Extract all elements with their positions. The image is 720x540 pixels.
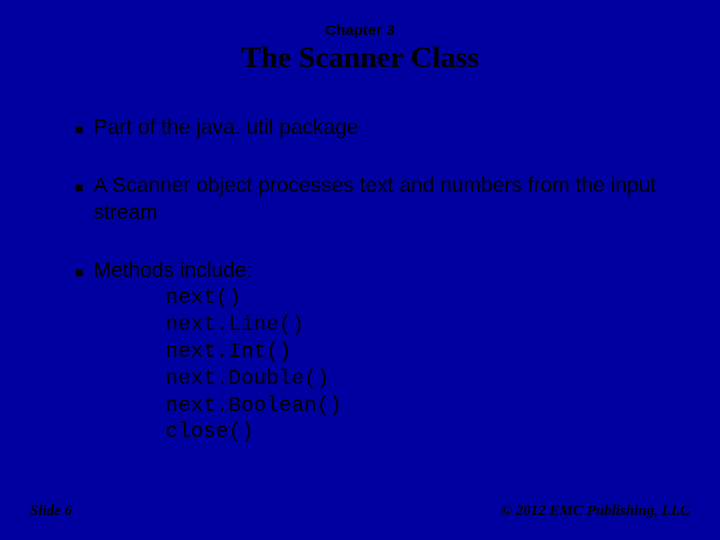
method-item: next.Line() — [165, 313, 660, 340]
copyright-text: © 2012 EMC Publishing, LLC — [501, 503, 690, 520]
method-item: next.Int() — [165, 340, 660, 367]
square-bullet-icon: ■ — [75, 264, 83, 282]
bullet-text: A Scanner object processes text and numb… — [93, 173, 660, 226]
slide-number: Slide 6 — [30, 503, 72, 520]
bullet-item: ■ A Scanner object processes text and nu… — [75, 173, 660, 226]
method-item: next.Double() — [165, 367, 660, 394]
method-item: next.Boolean() — [165, 394, 660, 421]
square-bullet-icon: ■ — [75, 121, 83, 139]
slide-title: The Scanner Class — [0, 41, 720, 75]
methods-heading: Methods include: — [93, 258, 660, 284]
slide-header: Chapter 3 The Scanner Class — [0, 0, 720, 75]
bullet-item: ■ Methods include: next() next.Line() ne… — [75, 258, 660, 448]
chapter-label: Chapter 3 — [0, 22, 720, 39]
bullet-text: Methods include: next() next.Line() next… — [93, 258, 660, 448]
square-bullet-icon: ■ — [75, 179, 83, 197]
slide-footer: Slide 6 © 2012 EMC Publishing, LLC — [0, 503, 720, 520]
bullet-item: ■ Part of the java. util package — [75, 115, 660, 141]
methods-list: next() next.Line() next.Int() next.Doubl… — [93, 286, 660, 447]
bullet-text: Part of the java. util package — [93, 115, 660, 141]
method-item: next() — [165, 286, 660, 313]
slide-content: ■ Part of the java. util package ■ A Sca… — [0, 75, 720, 447]
method-item: close() — [165, 420, 660, 447]
